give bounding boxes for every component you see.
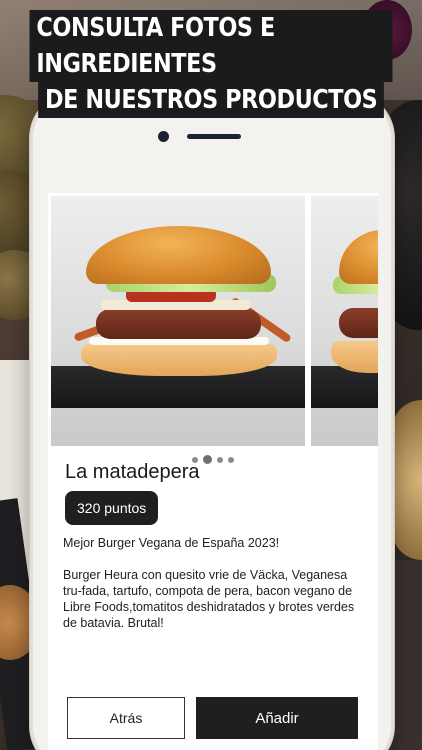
product-photo-current: [51, 196, 305, 446]
points-badge: 320 puntos: [65, 491, 159, 525]
carousel-dot[interactable]: [228, 456, 234, 463]
carousel-dot[interactable]: [217, 456, 223, 463]
promo-headline: CONSULTA FOTOS E INGREDIENTES DE NUESTRO…: [0, 10, 422, 118]
phone-frame: La matadepera 320 puntos Mejor Burger Ve…: [30, 92, 394, 750]
back-button[interactable]: Atrás: [67, 697, 185, 739]
carousel-dot-active[interactable]: [203, 455, 212, 464]
headline-line-2: DE NUESTROS PRODUCTOS: [37, 82, 385, 118]
front-camera-icon: [158, 131, 169, 142]
product-detail-screen: La matadepera 320 puntos Mejor Burger Ve…: [48, 193, 378, 750]
add-button[interactable]: Añadir: [196, 697, 358, 739]
product-photo-next: [311, 196, 378, 446]
ingredients-text: Burger Heura con quesito vrie de Väcka, …: [63, 568, 355, 630]
product-title: La matadepera: [65, 461, 200, 483]
product-description-block: Mejor Burger Vegana de España 2023! Burg…: [63, 535, 368, 647]
speaker-grille: [187, 134, 241, 139]
product-photo-carousel[interactable]: [51, 196, 378, 446]
headline-line-1: CONSULTA FOTOS E INGREDIENTES: [29, 10, 393, 82]
award-text: Mejor Burger Vegana de España 2023!: [63, 536, 280, 550]
